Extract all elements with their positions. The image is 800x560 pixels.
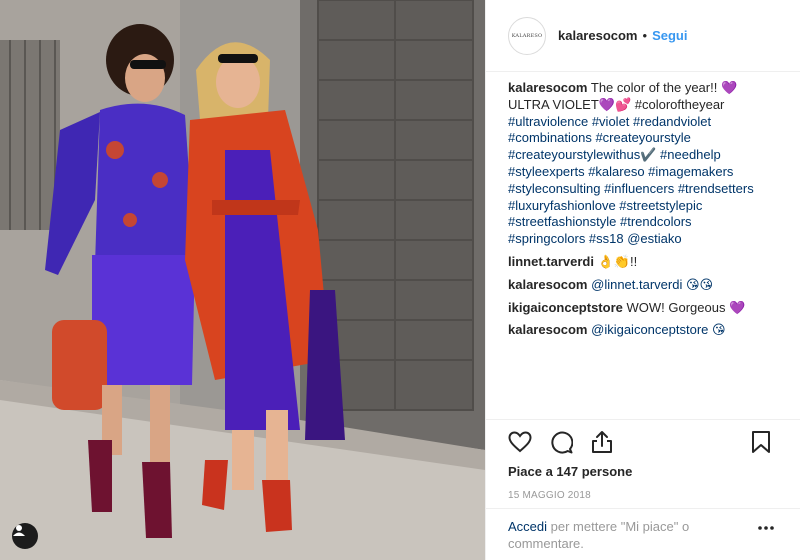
comment-button[interactable] (549, 430, 573, 454)
comment: ikigaiconceptstore WOW! Gorgeous 💜 (508, 300, 791, 317)
bookmark-icon (752, 431, 770, 453)
save-button[interactable] (751, 430, 775, 454)
caption-username[interactable]: kalaresocom (508, 80, 588, 95)
avatar-logo-text: KALARESO (511, 32, 543, 39)
more-icon[interactable] (757, 525, 775, 531)
comment-username[interactable]: kalaresocom (508, 277, 588, 292)
comment-login-prompt: Accedi per mettere "Mi piace" o commenta… (486, 508, 800, 560)
header-separator: • (642, 28, 648, 43)
user-icon (13, 525, 25, 536)
profile-avatar[interactable]: KALARESO (508, 16, 546, 55)
post-photo[interactable] (0, 0, 485, 560)
heart-icon (508, 430, 532, 452)
caption-hashtags[interactable]: #springcolors #ss18 @estiako (508, 231, 791, 248)
follow-button[interactable]: Segui (652, 28, 687, 43)
comment-text: WOW! Gorgeous 💜 (626, 299, 746, 315)
caption-line: kalaresocom The color of the year!! 💜 (508, 80, 791, 97)
comment-icon (551, 431, 573, 454)
post-header: KALARESO kalaresocom • Segui (486, 0, 800, 72)
share-button[interactable] (590, 430, 614, 454)
likes-count[interactable]: Piace a 147 persone (508, 464, 632, 479)
comment-text: @linnet.tarverdi 😘😘 (591, 276, 714, 292)
caption-hashtags[interactable]: #luxuryfashionlove #streetstylepic (508, 198, 791, 215)
comment: linnet.tarverdi 👌👏!! (508, 254, 791, 271)
comments-section: kalaresocom The color of the year!! 💜 UL… (508, 80, 791, 345)
comment-username[interactable]: kalaresocom (508, 322, 588, 337)
comment-username[interactable]: ikigaiconceptstore (508, 300, 623, 315)
street-style-photo (0, 0, 485, 560)
comment-text: @ikigaiconceptstore 😘 (591, 322, 726, 338)
post-side-panel: KALARESO kalaresocom • Segui kalaresocom… (485, 0, 800, 560)
comment: kalaresocom @linnet.tarverdi 😘😘 (508, 277, 791, 294)
caption-line: ULTRA VIOLET💜💕 #coloroftheyear (508, 96, 725, 112)
caption-text: The color of the year!! 💜 (590, 80, 738, 95)
login-link[interactable]: Accedi (508, 519, 547, 534)
share-icon (592, 430, 612, 453)
comment-username[interactable]: linnet.tarverdi (508, 254, 594, 269)
viewer-avatar[interactable] (12, 523, 38, 549)
comment: kalaresocom @ikigaiconceptstore 😘 (508, 322, 791, 339)
post-date: 15 MAGGIO 2018 (508, 490, 591, 501)
comment-text: 👌👏!! (597, 253, 638, 269)
action-bar (486, 419, 800, 463)
caption-hashtags[interactable]: #styleconsulting #influencers #trendsett… (508, 181, 791, 198)
caption-hashtags[interactable]: #streetfashionstyle #trendcolors (508, 214, 791, 231)
instagram-post: KALARESO kalaresocom • Segui kalaresocom… (0, 0, 800, 560)
caption: kalaresocom The color of the year!! 💜 UL… (508, 80, 791, 248)
caption-hashtags[interactable]: #styleexperts #kalareso #imagemakers (508, 164, 791, 181)
caption-hashtags[interactable]: #combinations #createyourstyle (508, 130, 791, 147)
like-button[interactable] (508, 430, 532, 454)
caption-hashtags[interactable]: #createyourstylewithus✔️ #needhelp (508, 147, 791, 164)
header-username[interactable]: kalaresocom (558, 28, 638, 43)
caption-hashtags[interactable]: #ultraviolence #violet #redandviolet (508, 114, 791, 131)
